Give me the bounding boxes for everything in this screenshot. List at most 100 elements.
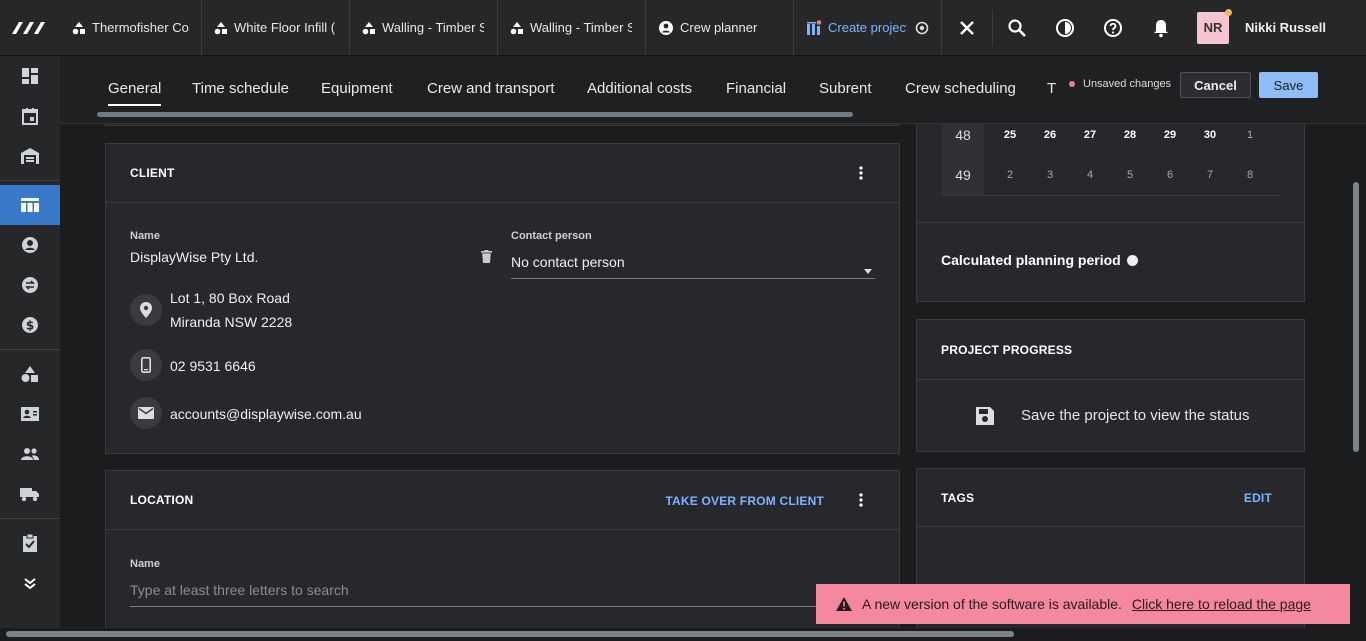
client-card: CLIENT Name DisplayWise Pty Ltd. Contact… bbox=[105, 143, 900, 454]
search-icon[interactable] bbox=[993, 0, 1041, 56]
subtab-equipment[interactable]: Equipment bbox=[321, 80, 393, 97]
more-vert-icon[interactable] bbox=[859, 493, 863, 510]
planning-period: Calculated planning period bbox=[941, 252, 1138, 268]
subtab-crew-transport[interactable]: Crew and transport bbox=[427, 80, 555, 97]
subtabs-scrollbar[interactable] bbox=[97, 112, 853, 117]
sidebar-item-expand[interactable] bbox=[0, 563, 60, 603]
calendar-day[interactable]: 1 bbox=[1230, 124, 1270, 155]
phone-number[interactable]: 02 9531 6646 bbox=[170, 358, 256, 374]
calendar-day[interactable]: 4 bbox=[1070, 155, 1110, 195]
calendar-day[interactable]: 2 bbox=[990, 155, 1030, 195]
bell-icon[interactable] bbox=[1137, 0, 1185, 56]
shapes-icon bbox=[510, 21, 524, 35]
tab-create-project[interactable]: Create project bbox=[794, 0, 942, 56]
calendar-day[interactable]: 3 bbox=[1030, 155, 1070, 195]
tab-crew-planner[interactable]: Crew planner bbox=[646, 0, 794, 56]
info-dot-icon[interactable] bbox=[1126, 254, 1138, 266]
horizontal-scrollbar bbox=[0, 628, 1366, 641]
tab-label: Thermofisher Cou bbox=[92, 20, 189, 35]
contact-person-select[interactable]: No contact person bbox=[511, 254, 625, 270]
calendar-card: 48 25 26 27 28 29 30 1 49 2 3 4 5 6 7 8 bbox=[916, 124, 1305, 302]
contact-card-icon bbox=[21, 407, 39, 421]
location-title: LOCATION bbox=[130, 493, 194, 507]
horizontal-scrollbar-thumb[interactable] bbox=[6, 631, 1014, 637]
calendar-day[interactable]: 30 bbox=[1190, 124, 1230, 155]
shapes-icon bbox=[362, 21, 376, 35]
tab-label: Create project bbox=[828, 20, 907, 35]
contact-person-label: Contact person bbox=[511, 230, 592, 242]
address-line1: Lot 1, 80 Box Road bbox=[170, 290, 290, 306]
user-name[interactable]: Nikki Russell bbox=[1245, 20, 1326, 35]
calendar-week-row: 48 25 26 27 28 29 30 1 bbox=[942, 124, 1281, 155]
progress-message: Save the project to view the status bbox=[1021, 407, 1250, 424]
project-subtabs: General Time schedule Equipment Crew and… bbox=[60, 56, 1366, 124]
subtab-time-schedule[interactable]: Time schedule bbox=[192, 80, 289, 97]
sidebar-item-tasks[interactable] bbox=[0, 523, 60, 563]
sidebar-item-exchange[interactable] bbox=[0, 265, 60, 305]
tab-project-4[interactable]: Walling - Timber S bbox=[498, 0, 646, 56]
subtab-additional-costs[interactable]: Additional costs bbox=[587, 80, 692, 97]
edit-tags-button[interactable]: EDIT bbox=[1244, 491, 1272, 505]
logo-icon[interactable] bbox=[0, 0, 60, 56]
take-over-from-client-button[interactable]: TAKE OVER FROM CLIENT bbox=[665, 494, 824, 508]
subtab-subrent[interactable]: Subrent bbox=[819, 80, 872, 97]
sidebar-item-contacts[interactable] bbox=[0, 225, 60, 265]
sidebar-item-crew[interactable] bbox=[0, 434, 60, 474]
reload-page-link[interactable]: Click here to reload the page bbox=[1132, 596, 1311, 612]
sidebar-item-dashboard[interactable] bbox=[0, 56, 60, 96]
shapes-icon bbox=[72, 21, 86, 35]
calendar-day[interactable]: 7 bbox=[1190, 155, 1230, 195]
sidebar-item-transport[interactable] bbox=[0, 474, 60, 514]
warehouse-icon bbox=[21, 148, 39, 164]
sidebar-item-finance[interactable]: $ bbox=[0, 305, 60, 345]
sidebar-item-calendar[interactable] bbox=[0, 96, 60, 136]
sidebar-item-warehouse[interactable] bbox=[0, 136, 60, 176]
sidebar-item-equipment[interactable] bbox=[0, 354, 60, 394]
subtab-crew-scheduling[interactable]: Crew scheduling bbox=[905, 80, 1016, 97]
subtab-truncated[interactable]: T bbox=[1047, 80, 1056, 97]
avatar-initials: NR bbox=[1203, 20, 1223, 35]
calendar-day[interactable]: 6 bbox=[1150, 155, 1190, 195]
tab-project-1[interactable]: Thermofisher Cou bbox=[60, 0, 202, 56]
calendar-day[interactable]: 28 bbox=[1110, 124, 1150, 155]
client-name-label: Name bbox=[130, 230, 160, 242]
sidebar-separator bbox=[0, 180, 60, 181]
subtab-general[interactable]: General bbox=[108, 80, 162, 106]
calendar-day[interactable]: 5 bbox=[1110, 155, 1150, 195]
close-icon[interactable] bbox=[942, 0, 992, 56]
location-name-input[interactable]: Type at least three letters to search bbox=[130, 582, 349, 598]
user-circle-icon bbox=[22, 237, 38, 253]
calendar-day[interactable]: 27 bbox=[1070, 124, 1110, 155]
location-underline bbox=[130, 606, 875, 607]
unsaved-dot bbox=[1069, 81, 1075, 87]
card-divider bbox=[917, 222, 1304, 223]
dropdown-arrow-icon[interactable] bbox=[864, 261, 872, 279]
vertical-scrollbar[interactable] bbox=[1353, 182, 1359, 452]
contact-underline bbox=[511, 278, 875, 279]
more-vert-icon[interactable] bbox=[859, 166, 863, 183]
help-icon[interactable] bbox=[1089, 0, 1137, 56]
save-button[interactable]: Save bbox=[1259, 72, 1318, 98]
subtab-financial[interactable]: Financial bbox=[726, 80, 786, 97]
calendar-day[interactable]: 29 bbox=[1150, 124, 1190, 155]
email-address[interactable]: accounts@displaywise.com.au bbox=[170, 406, 362, 422]
tab-project-2[interactable]: White Floor Infill ( bbox=[202, 0, 350, 56]
calendar-day[interactable]: 8 bbox=[1230, 155, 1270, 195]
theme-toggle-icon[interactable] bbox=[1041, 0, 1089, 56]
sidebar-item-contact-card[interactable] bbox=[0, 394, 60, 434]
cancel-button[interactable]: Cancel bbox=[1180, 72, 1251, 98]
sidebar-item-projects[interactable] bbox=[0, 185, 60, 225]
calendar-day[interactable]: 25 bbox=[990, 124, 1030, 155]
address-line2: Miranda NSW 2228 bbox=[170, 314, 293, 330]
calendar-day[interactable]: 26 bbox=[1030, 124, 1070, 155]
avatar[interactable]: NR bbox=[1197, 8, 1232, 44]
close-circle-icon[interactable] bbox=[915, 21, 929, 35]
svg-text:$: $ bbox=[26, 319, 34, 333]
delete-icon[interactable] bbox=[481, 250, 492, 268]
tab-project-3[interactable]: Walling - Timber S bbox=[350, 0, 498, 56]
main-content: CLIENT Name DisplayWise Pty Ltd. Contact… bbox=[60, 124, 1366, 628]
toast-message: A new version of the software is availab… bbox=[862, 596, 1122, 612]
unsaved-indicator: Unsaved changes bbox=[1069, 78, 1171, 90]
tab-label: White Floor Infill ( bbox=[234, 20, 336, 35]
client-name-value[interactable]: DisplayWise Pty Ltd. bbox=[130, 249, 258, 265]
